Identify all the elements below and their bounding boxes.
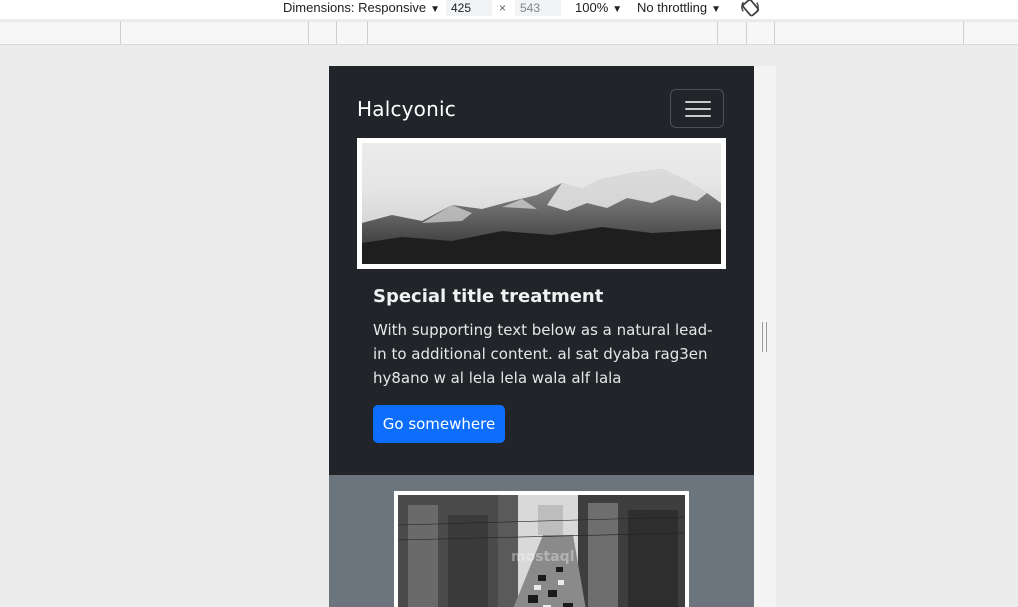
- secondary-section: mostaql: [329, 475, 754, 607]
- zoom-dropdown[interactable]: 100% ▼: [575, 0, 622, 18]
- devtools-device-toolbar: Dimensions: Responsive▼ × 100%▼ No throt…: [0, 0, 1018, 19]
- navbar: Halcyonic: [329, 66, 754, 138]
- caret-down-icon: ▼: [711, 4, 721, 15]
- card-image: [357, 138, 726, 269]
- hamburger-icon: [685, 101, 711, 103]
- navbar-toggler-button[interactable]: [670, 89, 724, 128]
- card-title: Special title treatment: [373, 286, 604, 307]
- mountain-image: [362, 143, 721, 264]
- rotate-icon[interactable]: [739, 0, 761, 17]
- times-sign: ×: [499, 1, 507, 15]
- hamburger-icon-bar: [685, 115, 711, 117]
- throttle-label: No throttling: [637, 0, 708, 15]
- watermark-logo: mostaql: [511, 549, 575, 565]
- navbar-brand[interactable]: Halcyonic: [357, 97, 456, 121]
- zoom-label: 100%: [575, 0, 609, 15]
- city-image-frame: mostaql: [394, 491, 689, 607]
- card-text: With supporting text below as a natural …: [373, 321, 713, 387]
- viewport-resize-handle[interactable]: [762, 322, 768, 352]
- caret-down-icon: ▼: [612, 4, 623, 15]
- width-input[interactable]: [446, 0, 492, 16]
- throttle-dropdown[interactable]: No throttling ▼: [637, 0, 721, 18]
- emulated-viewport: Halcyonic Special title treatment With s…: [329, 66, 754, 607]
- media-query-ruler: [0, 21, 1018, 45]
- dimensions-label: Dimensions: Responsive: [283, 0, 427, 15]
- caret-down-icon: ▼: [430, 4, 440, 15]
- hamburger-icon-bar: [685, 108, 711, 110]
- go-somewhere-button[interactable]: Go somewhere: [373, 405, 505, 443]
- dimensions-dropdown[interactable]: Dimensions: Responsive ▼: [283, 0, 440, 18]
- height-input[interactable]: [515, 0, 561, 16]
